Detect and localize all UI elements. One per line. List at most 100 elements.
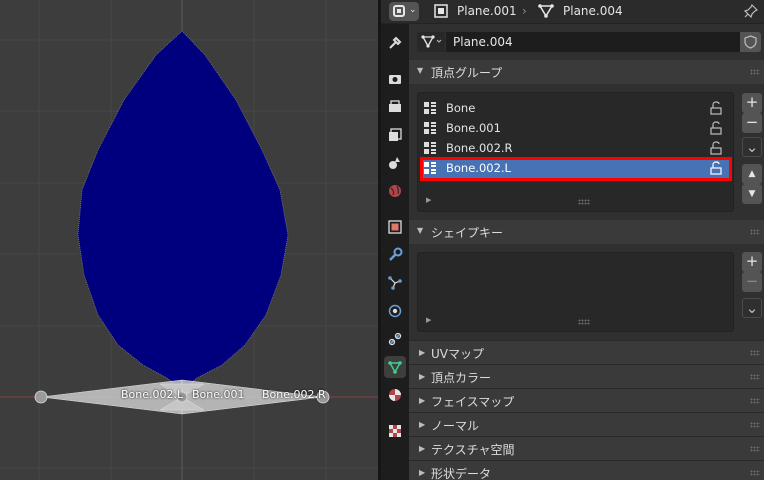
- collapse-triangle-icon: ▶: [419, 372, 426, 381]
- collapse-triangle-icon: ▶: [419, 468, 426, 477]
- tab-physics[interactable]: [384, 300, 406, 322]
- panel-title: 形状データ: [431, 467, 492, 480]
- chevron-down-icon: ⌄: [409, 5, 417, 15]
- tab-world[interactable]: [384, 180, 406, 202]
- tab-view-layer[interactable]: [384, 124, 406, 146]
- vertex-group-name: Bone.002.R: [446, 141, 513, 155]
- tab-render[interactable]: [384, 68, 406, 90]
- tool-icon: [389, 36, 402, 49]
- mesh-name-field[interactable]: Plane.004: [446, 32, 740, 52]
- drag-grip-icon[interactable]: [750, 350, 760, 356]
- list-item[interactable]: Bone.001: [422, 118, 731, 138]
- add-vertex-group-button[interactable]: +: [742, 93, 762, 113]
- face-maps-panel[interactable]: ▶ フェイスマップ: [409, 388, 764, 412]
- pin-icon[interactable]: [744, 4, 758, 18]
- unlock-icon[interactable]: [709, 121, 723, 135]
- add-shape-key-button[interactable]: +: [742, 252, 762, 272]
- tab-scene[interactable]: [384, 152, 406, 174]
- mesh-datablock-row: Plane.004: [417, 32, 761, 52]
- drag-grip-icon[interactable]: [750, 374, 760, 380]
- drag-grip-icon[interactable]: [750, 422, 760, 428]
- uv-maps-panel[interactable]: ▶ UVマップ: [409, 340, 764, 364]
- shape-key-list[interactable]: ▶: [417, 252, 734, 332]
- vertex-group-icon: [424, 122, 436, 134]
- tab-particles[interactable]: [384, 272, 406, 294]
- tab-tool[interactable]: [384, 32, 406, 54]
- object-data-icon: [388, 361, 402, 374]
- vertex-groups-panel-header[interactable]: ▼ 頂点グループ: [409, 60, 764, 84]
- tab-output[interactable]: [384, 96, 406, 118]
- list-resize-grip[interactable]: [578, 319, 590, 325]
- drag-grip-icon[interactable]: [750, 398, 760, 404]
- tab-texture[interactable]: [384, 420, 406, 442]
- vertex-group-list[interactable]: Bone Bone.001 Bone.002.R Bone.002.L ▶: [417, 92, 734, 212]
- tab-modifier[interactable]: [384, 244, 406, 266]
- scene-icon: [389, 157, 400, 169]
- particles-icon: [388, 276, 402, 290]
- panel-title: フェイスマップ: [431, 395, 515, 409]
- viewport-canvas[interactable]: [0, 0, 378, 480]
- expand-triangle-icon: ▼: [417, 66, 424, 75]
- drag-grip-icon[interactable]: [750, 229, 760, 235]
- modifier-icon: [389, 247, 403, 261]
- normals-panel[interactable]: ▶ ノーマル: [409, 412, 764, 436]
- 3d-viewport[interactable]: Bone.002.L Bone.001 Bone.002.R: [0, 0, 378, 480]
- vertex-group-specials-button[interactable]: ⌄: [742, 137, 762, 157]
- vertex-group-name: Bone.001: [446, 121, 501, 135]
- world-icon: [389, 185, 401, 197]
- shape-key-specials-button[interactable]: ⌄: [742, 298, 762, 318]
- filter-options-icon[interactable]: ▶: [426, 316, 431, 324]
- list-item[interactable]: Bone.002.R: [422, 138, 731, 158]
- texture-icon: [389, 425, 401, 437]
- drag-grip-icon[interactable]: [750, 470, 760, 476]
- object-icon: [434, 4, 448, 18]
- filter-options-icon[interactable]: ▶: [426, 196, 431, 204]
- remove-vertex-group-button[interactable]: −: [742, 113, 762, 133]
- texture-space-panel[interactable]: ▶ テクスチャ空間: [409, 436, 764, 460]
- constraints-icon: [388, 332, 402, 346]
- panel-title: テクスチャ空間: [431, 443, 515, 457]
- geometry-data-panel[interactable]: ▶ 形状データ: [409, 460, 764, 480]
- vertex-colors-panel[interactable]: ▶ 頂点カラー: [409, 364, 764, 388]
- tab-object[interactable]: [384, 216, 406, 238]
- render-icon: [389, 75, 401, 84]
- collapse-triangle-icon: ▶: [419, 444, 426, 453]
- vertex-group-icon: [424, 102, 436, 114]
- list-item[interactable]: Bone: [422, 98, 731, 118]
- move-down-button[interactable]: ▼: [742, 184, 762, 204]
- unlock-icon[interactable]: [709, 101, 723, 115]
- properties-tabs: [381, 24, 409, 480]
- drag-grip-icon[interactable]: [750, 69, 760, 75]
- move-up-button[interactable]: ▲: [742, 164, 762, 184]
- physics-icon: [388, 304, 402, 318]
- fake-user-button[interactable]: [740, 32, 761, 52]
- mesh-leaf: [77, 30, 289, 391]
- shape-keys-panel-header[interactable]: ▼ シェイプキー: [409, 220, 764, 244]
- tab-material[interactable]: [384, 384, 406, 406]
- material-icon: [389, 389, 401, 401]
- vertex-group-name: Bone: [446, 101, 476, 115]
- panel-title: ノーマル: [431, 419, 480, 433]
- expand-triangle-icon: ▼: [417, 226, 424, 235]
- breadcrumb-separator: ›: [522, 4, 527, 18]
- collapse-triangle-icon: ▶: [419, 348, 426, 357]
- tab-constraints[interactable]: [384, 328, 406, 350]
- collapse-triangle-icon: ▶: [419, 420, 426, 429]
- shape-keys-title: シェイプキー: [431, 226, 504, 240]
- mesh-browse-button[interactable]: [417, 32, 445, 52]
- bone-label-l: Bone.002.L: [121, 388, 184, 401]
- properties-content: Plane.004 ▼ 頂点グループ Bone Bone.001 Bone.00…: [409, 24, 764, 480]
- selection-highlight-box: [420, 157, 732, 181]
- editor-type-button[interactable]: ⌄: [389, 2, 419, 21]
- properties-editor-icon: [393, 5, 405, 17]
- vertex-groups-title: 頂点グループ: [431, 66, 503, 80]
- mesh-data-icon: [538, 4, 554, 18]
- remove-shape-key-button[interactable]: −: [742, 272, 762, 292]
- list-resize-grip[interactable]: [578, 199, 590, 205]
- tab-object-data[interactable]: [384, 356, 406, 378]
- unlock-icon[interactable]: [709, 141, 723, 155]
- output-icon: [389, 100, 401, 112]
- drag-grip-icon[interactable]: [750, 446, 760, 452]
- panel-title: UVマップ: [431, 347, 484, 361]
- shield-icon: [744, 35, 757, 49]
